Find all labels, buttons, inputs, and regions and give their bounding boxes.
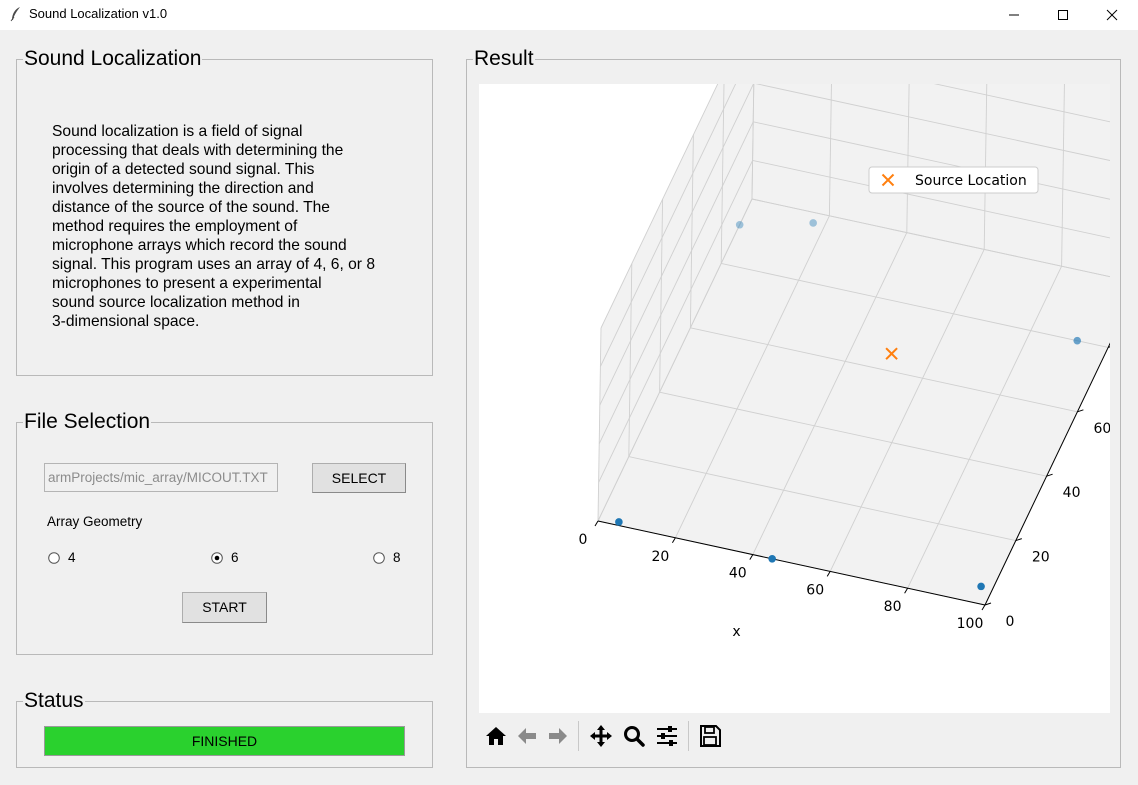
file-selection-title: File Selection	[23, 410, 152, 434]
about-line: 3-dimensional space.	[52, 313, 200, 330]
forward-button[interactable]	[543, 718, 573, 754]
y-tick-label: 40	[1063, 485, 1081, 501]
feather-icon	[10, 7, 20, 22]
status-progress-bar: FINISHED	[44, 726, 405, 756]
back-button[interactable]	[512, 718, 542, 754]
zoom-icon	[624, 726, 645, 747]
microphone-point	[1073, 336, 1082, 345]
about-line: method requires the employment of	[52, 218, 298, 235]
x-tick	[904, 587, 909, 594]
legend-label: Source Location	[915, 173, 1027, 189]
status-text: FINISHED	[191, 733, 258, 749]
x-tick-label: 60	[806, 582, 824, 598]
zoom-button[interactable]	[619, 718, 649, 754]
minimize-button[interactable]	[991, 0, 1037, 30]
x-tick-label: 100	[957, 616, 984, 632]
radio-unchecked-icon	[48, 552, 60, 564]
microphone-point	[768, 555, 776, 563]
radio-checked-icon	[211, 552, 223, 564]
microphone-point	[809, 219, 817, 227]
configure-subplots-button[interactable]	[652, 718, 682, 754]
x-axis-label: x	[732, 624, 740, 640]
close-button[interactable]	[1089, 0, 1135, 30]
save-button[interactable]	[695, 718, 725, 754]
x-tick	[981, 604, 986, 611]
microphone-point	[977, 582, 985, 591]
x-tick	[749, 554, 754, 560]
y-tick-label: 20	[1032, 550, 1050, 566]
about-line: microphones to present a experimental	[52, 275, 322, 292]
x-tick	[594, 520, 599, 527]
minimize-icon	[1009, 14, 1019, 16]
toolbar-separator	[578, 721, 579, 751]
back-arrow-icon	[518, 728, 536, 744]
plot-toolbar	[479, 718, 779, 754]
scatter-3d-chart[interactable]: 020406080100020406080100020406080100 xyz…	[479, 5, 1138, 713]
x-tick	[671, 537, 676, 544]
about-description: Sound localization is a field of signal …	[52, 122, 392, 331]
x-tick-label: 80	[884, 599, 902, 615]
save-icon	[700, 725, 721, 747]
window-title: Sound Localization v1.0	[29, 6, 168, 21]
title-bar: Sound Localization v1.0	[0, 0, 1138, 30]
radio-label: 4	[68, 550, 76, 565]
home-button[interactable]	[481, 718, 511, 754]
plot-canvas[interactable]: 020406080100020406080100020406080100 xyz…	[479, 5, 1138, 713]
file-path-field[interactable]: armProjects/mic_array/MICOUT.TXT	[44, 463, 278, 492]
result-title: Result	[473, 47, 535, 71]
start-button[interactable]: START	[182, 592, 267, 623]
select-button[interactable]: SELECT	[312, 463, 406, 493]
x-tick-label: 20	[651, 549, 669, 565]
about-line: signal. This program uses an array of 4,…	[52, 256, 376, 273]
microphone-point	[615, 518, 623, 526]
about-title: Sound Localization	[23, 47, 203, 71]
radio-label: 8	[393, 550, 401, 565]
forward-arrow-icon	[549, 728, 567, 744]
x-tick-label: 40	[729, 566, 747, 582]
about-line: microphone arrays which record the sound	[52, 237, 347, 254]
microphone-point	[735, 220, 744, 229]
maximize-icon	[1058, 10, 1068, 20]
about-line: involves determining the direction and	[52, 180, 314, 197]
configure-subplots-icon	[657, 726, 677, 746]
x-tick-label: 0	[579, 532, 588, 548]
home-icon	[486, 727, 506, 745]
maximize-button[interactable]	[1040, 0, 1086, 30]
array-geometry-label: Array Geometry	[47, 514, 143, 529]
x-tick	[826, 571, 831, 577]
toolbar-separator	[688, 721, 689, 751]
radio-label: 6	[231, 550, 239, 565]
close-icon	[1106, 9, 1118, 21]
status-title: Status	[23, 689, 85, 713]
about-line: Sound localization is a field of signal	[52, 123, 303, 140]
about-line: sound source localization method in	[52, 294, 300, 311]
pan-button[interactable]	[586, 718, 616, 754]
pan-icon	[590, 725, 612, 747]
radio-unchecked-icon	[373, 552, 385, 564]
about-line: processing that deals with determining t…	[52, 142, 344, 159]
about-line: distance of the source of the sound. The	[52, 199, 330, 216]
y-tick-label: 0	[1006, 614, 1015, 630]
y-tick-label: 60	[1093, 421, 1110, 437]
about-line: origin of a detected sound signal. This	[52, 161, 315, 178]
